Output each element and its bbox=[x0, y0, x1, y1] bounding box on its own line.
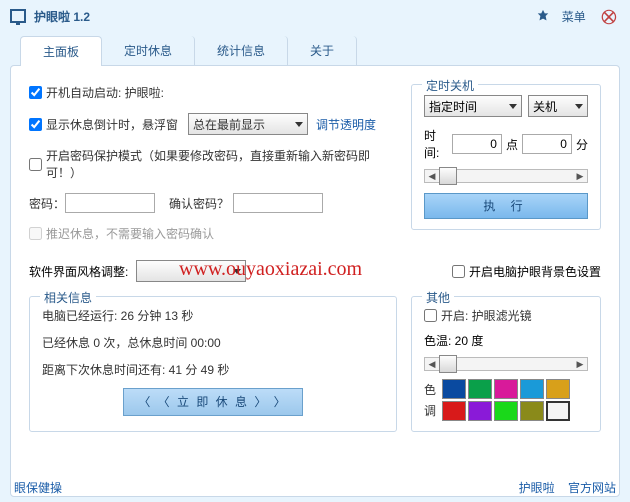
password-input[interactable] bbox=[65, 193, 155, 213]
style-select[interactable] bbox=[136, 260, 246, 282]
pwd-protect-checkbox[interactable] bbox=[29, 158, 42, 171]
color-swatch[interactable] bbox=[546, 379, 570, 399]
close-button[interactable]: ⛒ bbox=[598, 8, 620, 25]
countdown-label: 显示休息倒计时，悬浮窗 bbox=[46, 116, 178, 133]
style-label: 软件界面风格调整: bbox=[29, 263, 128, 280]
info-next-rest: 距离下次休息时间还有: 41 分 49 秒 bbox=[42, 361, 384, 378]
display-mode-select[interactable]: 总在最前显示 bbox=[188, 113, 308, 135]
pwd-protect-label: 开启密码保护模式（如果要修改密码，直接重新输入新密码即可！） bbox=[46, 147, 397, 181]
titlebar: 护眼啦 1.2 菜单 ⛒ bbox=[0, 0, 630, 32]
slider-right-icon[interactable]: ▶ bbox=[573, 170, 587, 182]
execute-button[interactable]: 执 行 bbox=[424, 193, 588, 219]
tab-timed-rest[interactable]: 定时休息 bbox=[102, 36, 195, 66]
color-swatch[interactable] bbox=[442, 401, 466, 421]
confirm-pwd-label: 确认密码？ bbox=[169, 195, 229, 212]
shutdown-mode-select[interactable]: 指定时间 bbox=[424, 95, 522, 117]
shutdown-group: 定时关机 指定时间 关机 时间: 点 分 ◀ ▶ bbox=[411, 84, 601, 230]
tab-about[interactable]: 关于 bbox=[288, 36, 357, 66]
shutdown-title: 定时关机 bbox=[422, 77, 478, 94]
countdown-checkbox[interactable] bbox=[29, 118, 42, 131]
time-slider[interactable]: ◀ ▶ bbox=[424, 169, 588, 183]
min-input[interactable] bbox=[522, 134, 572, 154]
official-site-link[interactable]: 官方网站 bbox=[568, 481, 616, 495]
color-swatch[interactable] bbox=[520, 379, 544, 399]
tabs: 主面板 定时休息 统计信息 关于 bbox=[0, 36, 630, 66]
main-panel: 开机自动启动: 护眼啦: 显示休息倒计时，悬浮窗 总在最前显示 调节透明度 开启… bbox=[10, 65, 620, 497]
app-icon bbox=[10, 9, 26, 23]
confirm-password-input[interactable] bbox=[233, 193, 323, 213]
delay-checkbox bbox=[29, 227, 42, 240]
color-label-2: 调 bbox=[424, 402, 436, 419]
chevron-down-icon bbox=[233, 269, 241, 274]
info-runtime: 电脑已经运行: 26 分钟 13 秒 bbox=[42, 307, 384, 324]
info-title: 相关信息 bbox=[40, 289, 96, 306]
footer: 眼保健操 护眼啦 官方网站 bbox=[14, 479, 616, 496]
filter-checkbox[interactable] bbox=[424, 309, 437, 322]
time-label: 时间: bbox=[424, 127, 448, 161]
app-link[interactable]: 护眼啦 bbox=[519, 481, 555, 495]
eye-exercise-link[interactable]: 眼保健操 bbox=[14, 479, 62, 496]
color-swatch[interactable] bbox=[494, 401, 518, 421]
slider-right-icon[interactable]: ▶ bbox=[573, 358, 587, 370]
color-swatch[interactable] bbox=[520, 401, 544, 421]
bg-color-checkbox[interactable] bbox=[452, 265, 465, 278]
bg-color-label: 开启电脑护眼背景色设置 bbox=[469, 263, 601, 280]
autostart-checkbox[interactable] bbox=[29, 86, 42, 99]
chevron-down-icon bbox=[509, 104, 517, 109]
app-title: 护眼啦 1.2 bbox=[34, 8, 536, 25]
color-swatch[interactable] bbox=[494, 379, 518, 399]
color-swatch[interactable] bbox=[468, 401, 492, 421]
rest-now-button[interactable]: 〈 〈 立 即 休 息 〉 〉 bbox=[123, 388, 303, 416]
pin-icon[interactable] bbox=[536, 9, 550, 23]
slider-left-icon[interactable]: ◀ bbox=[425, 358, 439, 370]
other-title: 其他 bbox=[422, 289, 454, 306]
color-temp-label: 色温: 20 度 bbox=[424, 332, 588, 349]
slider-left-icon[interactable]: ◀ bbox=[425, 170, 439, 182]
tab-stats[interactable]: 统计信息 bbox=[195, 36, 288, 66]
slider-thumb[interactable] bbox=[439, 167, 457, 185]
slider-thumb[interactable] bbox=[439, 355, 457, 373]
menu-button[interactable]: 菜单 bbox=[562, 8, 586, 25]
info-group: 相关信息 电脑已经运行: 26 分钟 13 秒 已经休息 0 次，总休息时间 0… bbox=[29, 296, 397, 432]
temp-slider[interactable]: ◀ ▶ bbox=[424, 357, 588, 371]
delay-label: 推迟休息，不需要输入密码确认 bbox=[46, 225, 214, 242]
hour-input[interactable] bbox=[452, 134, 502, 154]
color-palette bbox=[442, 379, 570, 421]
color-swatch[interactable] bbox=[546, 401, 570, 421]
color-swatch[interactable] bbox=[468, 379, 492, 399]
color-label-1: 色 bbox=[424, 381, 436, 398]
autostart-label: 开机自动启动: 护眼啦: bbox=[46, 84, 164, 101]
pwd-label: 密码： bbox=[29, 195, 65, 212]
chevron-down-icon bbox=[575, 104, 583, 109]
chevron-down-icon bbox=[295, 122, 303, 127]
filter-label: 开启: 护眼滤光镜 bbox=[441, 307, 532, 324]
tab-main[interactable]: 主面板 bbox=[20, 36, 102, 66]
shutdown-action-select[interactable]: 关机 bbox=[528, 95, 588, 117]
other-group: 其他 开启: 护眼滤光镜 色温: 20 度 ◀ ▶ 色 调 bbox=[411, 296, 601, 432]
color-swatch[interactable] bbox=[442, 379, 466, 399]
info-rest-count: 已经休息 0 次，总休息时间 00:00 bbox=[42, 334, 384, 351]
adjust-opacity-link[interactable]: 调节透明度 bbox=[316, 116, 376, 133]
